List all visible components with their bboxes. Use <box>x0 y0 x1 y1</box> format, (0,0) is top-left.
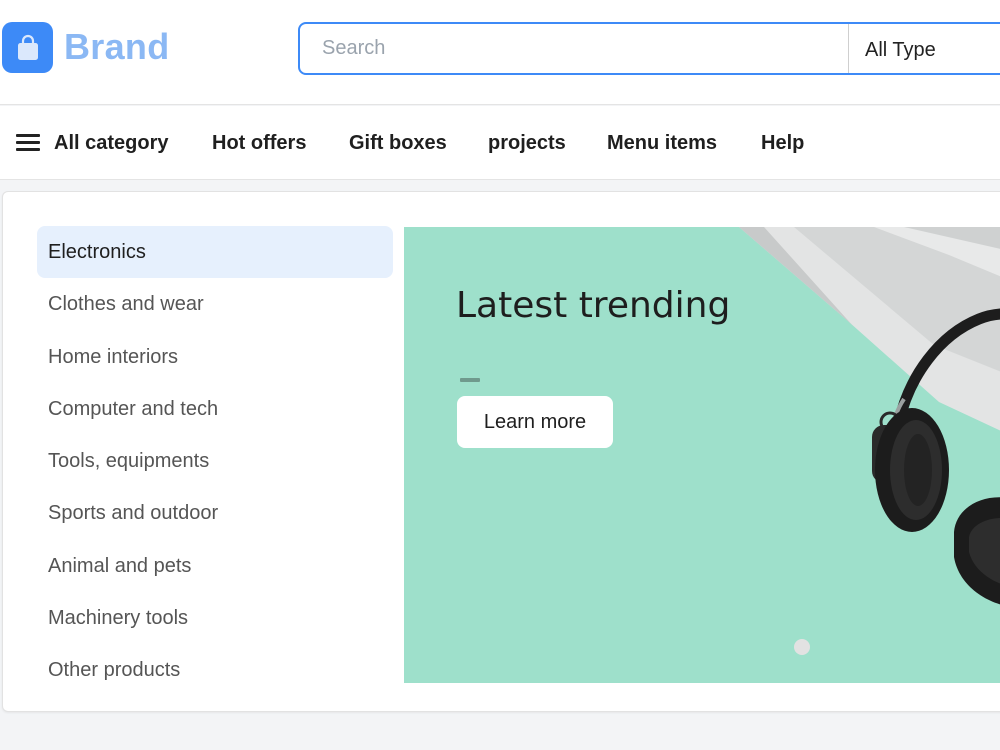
nav-help[interactable]: Help <box>761 106 804 180</box>
hamburger-icon[interactable] <box>16 134 40 152</box>
category-item-electronics[interactable]: Electronics <box>37 226 393 279</box>
category-item-other[interactable]: Other products <box>37 644 393 696</box>
category-item-clothes[interactable]: Clothes and wear <box>37 278 393 330</box>
promo-banner: Latest trending Learn more <box>404 227 1000 683</box>
search-input[interactable] <box>300 24 848 73</box>
type-select[interactable]: All Type <box>865 24 936 73</box>
category-item-tools[interactable]: Tools, equipments <box>37 435 393 487</box>
category-item-computer-tech[interactable]: Computer and tech <box>37 383 393 435</box>
nav-gift-boxes[interactable]: Gift boxes <box>349 106 447 180</box>
nav-menu-items[interactable]: Menu items <box>607 106 717 180</box>
headphones-laptop-image <box>739 227 1000 605</box>
shopping-bag-icon <box>17 34 38 60</box>
banner-title: Latest trending <box>456 285 731 326</box>
search-bar: All Type <box>298 22 1000 75</box>
banner-divider <box>460 378 480 382</box>
hero-card: Electronics Clothes and wear Home interi… <box>2 191 1000 712</box>
nav-all-category[interactable]: All category <box>54 106 168 180</box>
header: Brand All Type <box>0 0 1000 105</box>
main-nav: All category Hot offers Gift boxes proje… <box>0 106 1000 180</box>
nav-projects[interactable]: projects <box>488 106 566 180</box>
nav-hot-offers[interactable]: Hot offers <box>212 106 306 180</box>
brand-name[interactable]: Brand <box>64 26 170 68</box>
category-item-animals[interactable]: Animal and pets <box>37 540 393 592</box>
carousel-dot[interactable] <box>794 639 810 655</box>
learn-more-button[interactable]: Learn more <box>457 396 613 448</box>
logo[interactable] <box>2 22 53 73</box>
category-list: Electronics Clothes and wear Home interi… <box>37 226 393 697</box>
search-divider <box>848 24 849 73</box>
category-item-sports[interactable]: Sports and outdoor <box>37 487 393 539</box>
category-item-home-interiors[interactable]: Home interiors <box>37 331 393 383</box>
category-item-machinery[interactable]: Machinery tools <box>37 592 393 644</box>
